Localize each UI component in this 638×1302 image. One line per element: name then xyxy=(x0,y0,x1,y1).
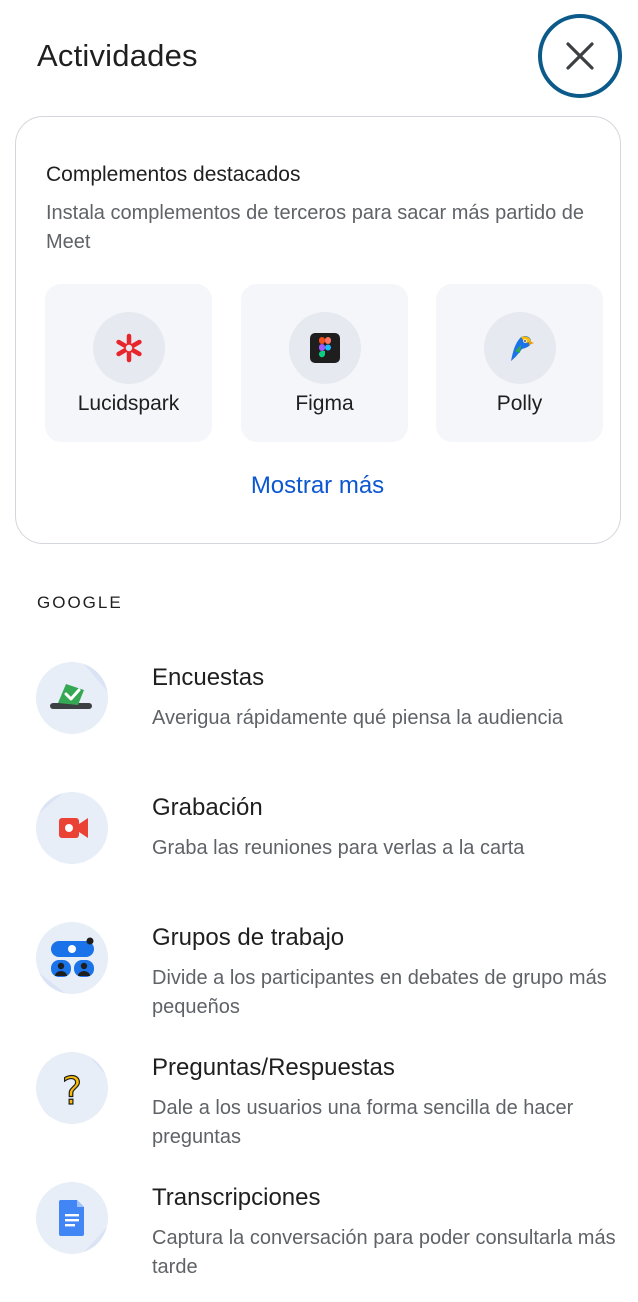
featured-addons-description: Instala complementos de terceros para sa… xyxy=(46,202,585,253)
addon-polly[interactable]: Polly xyxy=(436,284,603,442)
activity-qa[interactable]: ? Preguntas/Respuestas Dale a los usuari… xyxy=(0,1052,638,1162)
figma-logo-icon xyxy=(289,312,361,384)
activity-title: Transcripciones xyxy=(152,1184,321,1211)
close-button[interactable] xyxy=(538,14,622,98)
addon-label: Lucidspark xyxy=(77,392,180,415)
activity-description: Captura la conversación para poder consu… xyxy=(152,1227,616,1278)
activity-recording[interactable]: Grabación Graba las reuniones para verla… xyxy=(0,792,638,902)
polls-icon xyxy=(36,662,108,734)
header: Actividades xyxy=(0,0,638,110)
activity-description: Graba las reuniones para verlas a la car… xyxy=(152,837,525,859)
activity-description: Dale a los usuarios una forma sencilla d… xyxy=(152,1097,574,1148)
addon-label: Figma xyxy=(295,392,354,415)
activity-description: Averigua rápidamente qué piensa la audie… xyxy=(152,707,564,729)
close-icon xyxy=(566,42,594,70)
svg-text:?: ? xyxy=(62,1069,82,1113)
addon-label: Polly xyxy=(496,392,543,415)
activity-description: Divide a los participantes en debates de… xyxy=(152,967,607,1018)
section-label-google: GOOGLE xyxy=(37,593,123,612)
activity-title: Preguntas/Respuestas xyxy=(152,1054,395,1081)
page-title: Actividades xyxy=(37,38,198,73)
show-more-link[interactable]: Mostrar más xyxy=(16,472,619,500)
activity-transcripts[interactable]: Transcripciones Captura la conversación … xyxy=(0,1182,638,1292)
activity-breakout-rooms[interactable]: Grupos de trabajo Divide a los participa… xyxy=(0,922,638,1032)
qa-icon: ? xyxy=(36,1052,108,1124)
activity-title: Grabación xyxy=(152,794,263,821)
lucidspark-logo-icon xyxy=(93,312,165,384)
transcripts-icon xyxy=(36,1182,108,1254)
featured-addons-card: Complementos destacados Instala compleme… xyxy=(15,116,621,544)
addon-figma[interactable]: Figma xyxy=(241,284,408,442)
polly-logo-icon xyxy=(484,312,556,384)
breakout-rooms-icon xyxy=(36,922,108,994)
activity-title: Encuestas xyxy=(152,664,265,691)
activity-polls[interactable]: Encuestas Averigua rápidamente qué piens… xyxy=(0,662,638,772)
recording-icon xyxy=(36,792,108,864)
activity-title: Grupos de trabajo xyxy=(152,924,345,951)
addon-lucidspark[interactable]: Lucidspark xyxy=(45,284,212,442)
featured-addons-title: Complementos destacados xyxy=(46,163,301,186)
